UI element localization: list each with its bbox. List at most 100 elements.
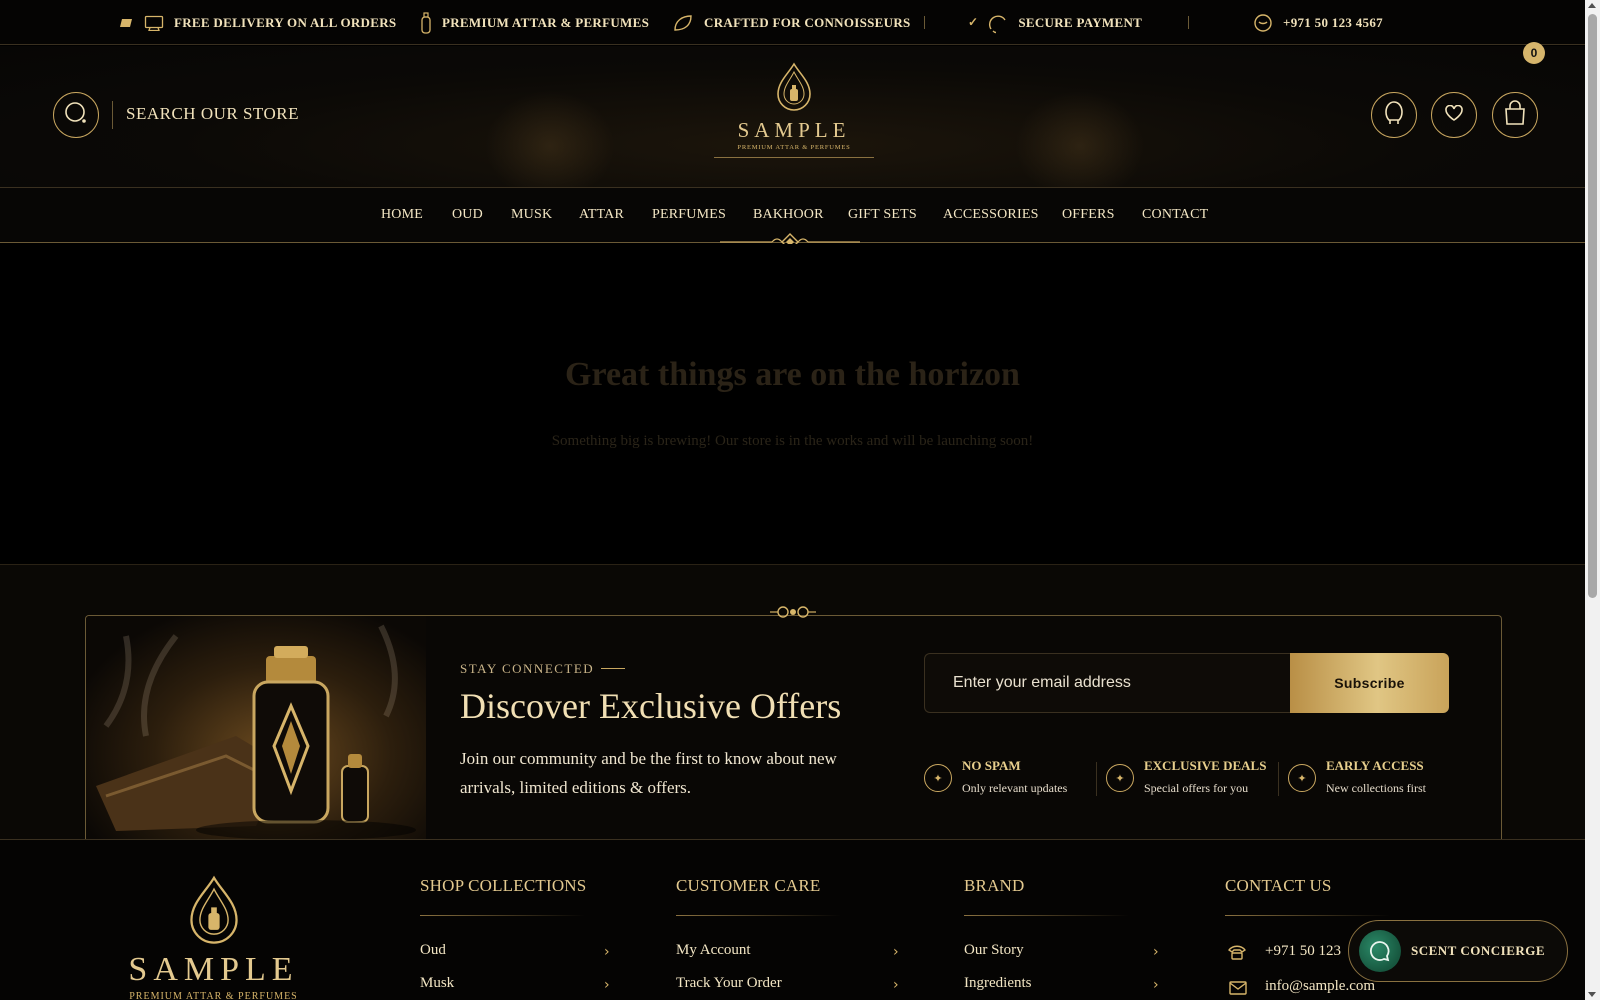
footer-tagline: PREMIUM ATTAR & PERFUMES [129,991,298,1000]
footer-logo[interactable]: SAMPLE PREMIUM ATTAR & PERFUMES [106,874,321,1000]
footer-column-rule [964,915,1129,916]
sparkle-icon: ✦ [1106,764,1134,792]
nav-item-contact[interactable]: CONTACT [1142,207,1208,223]
scent-concierge-button[interactable]: SCENT CONCIERGE [1348,920,1568,982]
nav-item-perfumes[interactable]: PERFUMES [652,207,726,223]
eyebrow-line [601,668,625,669]
announcement-phone[interactable]: +971 50 123 4567 [1283,15,1383,31]
account-icon [1382,100,1406,131]
nav-item-bakhoor[interactable]: BAKHOOR [753,207,824,223]
footer-column-rule [1225,915,1390,916]
subscribe-button[interactable]: Subscribe [1290,653,1449,713]
feature-subtitle: New collections first [1326,781,1426,795]
footer-link-track-order[interactable]: Track Your Order [676,975,782,992]
mail-icon [1229,981,1247,1000]
smoke-decoration [480,86,620,187]
footer-link-ingredients[interactable]: Ingredients [964,975,1031,992]
newsletter-eyebrow: STAY CONNECTED [460,661,595,676]
footer-column-rule [676,915,841,916]
nav-item-musk[interactable]: MUSK [511,207,552,223]
nav-item-offers[interactable]: OFFERS [1062,207,1115,223]
delivery-icon [144,15,164,31]
scrollbar-thumb[interactable] [1588,14,1597,598]
feature-divider [1278,762,1279,796]
logo-emblem-icon [183,874,245,957]
footer-link-our-story[interactable]: Our Story [964,942,1024,959]
announcement-item[interactable]: +971 50 123 4567 [1253,0,1383,45]
hero-section: Great things are on the horizon Somethin… [0,244,1585,564]
chevron-right-icon: › [604,977,610,993]
hero-title: Great things are on the horizon [565,356,1020,393]
search-divider [112,101,113,129]
feature-subtitle: Special offers for you [1144,781,1249,795]
sparkle-icon: ✦ [924,764,952,792]
nav-item-attar[interactable]: ATTAR [579,207,624,223]
newsletter-description: Join our community and be the first to k… [460,749,837,797]
nav-item-accessories[interactable]: ACCESSORIES [943,207,1039,223]
announcement-item: PREMIUM ATTAR & PERFUMES [420,0,649,45]
footer-column-title: CONTACT US [1225,876,1332,895]
search-button[interactable] [53,92,99,138]
chat-bubble-icon [1359,930,1401,972]
cart-icon [1502,99,1528,131]
feature-title: EARLY ACCESS [1326,758,1424,773]
newsletter-card [85,615,1502,845]
newsletter-ornament-icon [770,604,816,620]
chevron-right-icon: › [1153,944,1159,960]
footer-column-title: CUSTOMER CARE [676,876,821,895]
email-field[interactable] [924,653,1292,713]
wishlist-button[interactable] [1431,92,1477,138]
footer-contact-email[interactable]: info@sample.com [1265,978,1375,995]
feature-subtitle: Only relevant updates [962,781,1068,795]
phone-icon [1227,944,1247,965]
logo-tagline: PREMIUM ATTAR & PERFUMES [737,144,851,151]
cart-count-badge: 0 [1523,42,1545,64]
site-header: SEARCH OUR STORE SAMPLE PREMIUM ATTAR & … [0,46,1585,188]
footer-column-title: BRAND [964,876,1025,895]
chevron-right-icon: › [893,977,899,993]
chevron-right-icon: › [604,944,610,960]
announcement-label: SECURE PAYMENT [1018,14,1143,30]
site-logo[interactable]: SAMPLE PREMIUM ATTAR & PERFUMES [714,62,874,162]
footer-link-musk[interactable]: Musk [420,975,454,992]
announcement-label: FREE DELIVERY ON ALL ORDERS [174,14,397,30]
email-input[interactable] [953,674,1273,692]
scroll-down-arrow-icon[interactable] [1588,992,1596,997]
leaf-icon [672,13,694,33]
announcement-bar: FREE DELIVERY ON ALL ORDERS PREMIUM ATTA… [0,0,1585,45]
footer-contact-phone[interactable]: +971 50 123 [1265,943,1341,960]
announcement-label: PREMIUM ATTAR & PERFUMES [442,14,650,30]
footer-wordmark: SAMPLE [128,951,299,988]
chevron-right-icon: › [1153,977,1159,993]
search-label[interactable]: SEARCH OUR STORE [126,104,299,124]
nav-item-oud[interactable]: OUD [452,207,483,223]
announcement-item: ✓ SECURE PAYMENT [968,0,1142,45]
announcement-item: FREE DELIVERY ON ALL ORDERS [120,0,396,45]
announcement-divider [924,16,925,29]
perfume-bottle-image [86,616,426,845]
hero-subtitle: Something big is brewing! Our store is i… [551,433,1034,449]
chevron-right-icon: › [893,944,899,960]
cart-button[interactable] [1492,92,1538,138]
announcement-divider [1188,16,1189,29]
check-icon: ✓ [968,15,979,29]
nav-item-home[interactable]: HOME [381,207,423,223]
concierge-label: SCENT CONCIERGE [1411,943,1546,958]
nav-item-gift-sets[interactable]: GIFT SETS [848,207,917,223]
bottle-icon [420,11,432,34]
announcement-label: CRAFTED FOR CONNOISSEURS [704,14,911,30]
footer-column-rule [420,915,585,916]
phone-icon [1253,13,1273,33]
feature-title: NO SPAM [962,758,1021,773]
feature-divider [1096,762,1097,796]
newsletter-title: Discover Exclusive Offers [460,686,842,726]
sparkle-icon: ✦ [1288,764,1316,792]
page-scrollbar[interactable] [1585,0,1600,1000]
search-icon [63,100,89,131]
wishlist-icon [1445,104,1463,126]
footer-link-my-account[interactable]: My Account [676,942,751,959]
announcement-item: CRAFTED FOR CONNOISSEURS [672,0,911,45]
account-button[interactable] [1371,92,1417,138]
footer-link-oud[interactable]: Oud [420,942,446,959]
scroll-up-arrow-icon[interactable] [1588,3,1596,8]
